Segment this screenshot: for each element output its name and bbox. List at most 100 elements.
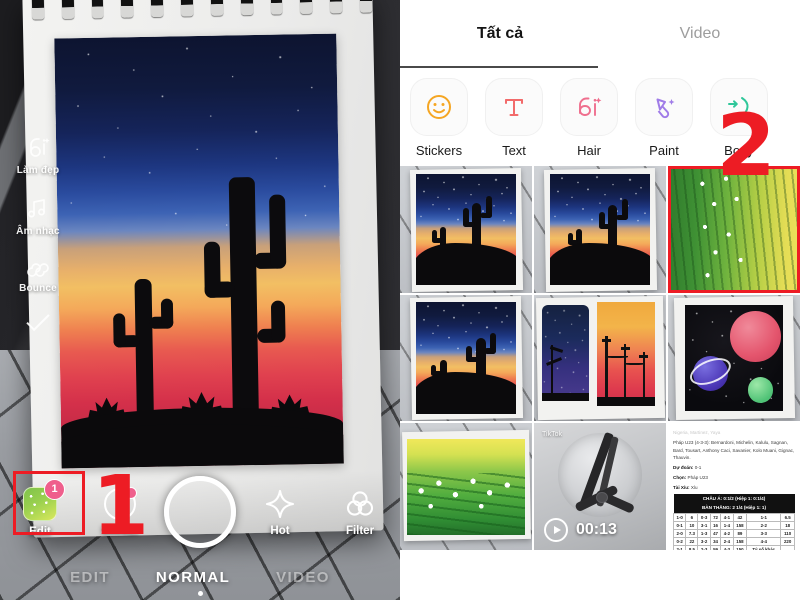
odds-table-cell: 158 <box>732 520 748 530</box>
odds-table-cell: 47 <box>709 528 722 538</box>
tab-all[interactable]: Tất cả <box>400 0 600 68</box>
odds-table-cell: 2-1 <box>672 544 687 550</box>
selected-highlight <box>668 166 800 293</box>
mode-indicator-dot <box>197 591 203 596</box>
odds-table-cell: 0-2 <box>672 536 687 546</box>
rail-item-music[interactable]: Âm nhạc <box>6 196 70 237</box>
screenshot-root: Làm đẹp Âm nhạc Bounce 1 Edit Sticker Ho… <box>0 0 800 600</box>
thumbnail-daisy-meadow[interactable] <box>400 423 532 550</box>
category-tile[interactable] <box>485 78 543 136</box>
video-duration-badge: 00:13 <box>544 518 617 542</box>
category-tile[interactable] <box>410 78 468 136</box>
thumbnail-power-lines[interactable] <box>534 294 666 422</box>
odds-table-header-2: BÀN THẮNG: 2 1/4 (Hiệp 1: 1) <box>673 504 795 514</box>
thumbnail-planets-space[interactable] <box>668 294 800 422</box>
mode-edit[interactable]: EDIT <box>70 569 110 586</box>
sparkle-star-icon <box>265 489 295 518</box>
odds-table-row: 2-1 8.5 2-3 59 4-3 150 Tỷ số khác <box>672 544 795 550</box>
annotation-step-1: 1 <box>92 459 150 554</box>
rail-item-beauty[interactable]: Làm đẹp <box>6 135 70 176</box>
hot-button[interactable]: Hot <box>240 488 320 537</box>
tool-label: Hot <box>270 524 290 537</box>
odds-table-cell: 10 <box>685 520 699 530</box>
cactus-sunset-painting <box>54 33 344 469</box>
media-grid[interactable]: TikTok 00:13 Nigeria, Martinez, Yaya Phá… <box>400 166 800 550</box>
mode-video[interactable]: VIDEO <box>276 569 330 586</box>
odds-table-cell: 1-3 <box>697 528 711 538</box>
camera-left-rail[interactable]: Làm đẹp Âm nhạc Bounce <box>6 135 70 332</box>
tab-active-underline <box>400 66 598 68</box>
odds-table-cell: 2-4 <box>720 536 734 546</box>
odds-table-cell: 4-1 <box>720 512 734 522</box>
smiley-face-icon <box>427 95 451 119</box>
video-duration: 00:13 <box>576 521 617 538</box>
thumbnail-cactus-sunset-1[interactable] <box>400 166 532 293</box>
odds-table: CHÂU Á: 0:1/2 (Hiệp 1: 0:1/4) BÀN THẮNG:… <box>672 494 795 550</box>
doc-lineup: Pháp U23 (4-3-3): Bernardoni, Michelin, … <box>673 440 795 460</box>
category-label: Text <box>502 143 526 158</box>
odds-table-cell: Tỷ số khác <box>746 544 782 550</box>
thumbnail-football-odds[interactable]: Nigeria, Martinez, Yaya Pháp U23 (4-3-3)… <box>668 423 800 550</box>
music-note-icon <box>28 199 45 218</box>
camera-mode-selector[interactable]: EDIT NORMAL VIDEO <box>0 569 400 586</box>
category-label: Stickers <box>415 143 463 158</box>
odds-table-cell: 150 <box>732 544 748 550</box>
tab-video[interactable]: Video <box>600 0 800 68</box>
odds-table-cell: 1-4 <box>720 520 734 530</box>
thumbnail-cactus-sunset-3[interactable] <box>400 294 532 422</box>
odds-table-cell: 89 <box>732 528 748 538</box>
odds-table-cell: 18 <box>780 520 795 530</box>
category-tile[interactable] <box>560 78 618 136</box>
odds-table-cell: 4-2 <box>720 528 734 538</box>
odds-table-row: 0-1 10 3-1 16 1-4 158 2-2 18 <box>672 520 795 530</box>
filter-button[interactable]: Filter <box>320 488 400 537</box>
odds-table-cell: 3-2 <box>697 536 711 546</box>
mode-normal[interactable]: NORMAL <box>156 569 230 586</box>
odds-table-cell: 6.5 <box>780 512 795 522</box>
filter-circles-icon <box>346 490 374 516</box>
odds-table-cell: 3-1 <box>697 520 711 530</box>
odds-table-row: 1-0 6 0-3 72 4-1 42 1-1 6.5 <box>672 512 795 522</box>
doc-pred-label: Dự đoán: <box>673 464 694 470</box>
odds-table-cell <box>780 544 795 550</box>
text-t-icon <box>505 99 523 116</box>
thumbnail-daisy-field[interactable] <box>668 166 800 293</box>
odds-table-cell: 4-4 <box>746 536 782 546</box>
category-stickers[interactable]: Stickers <box>408 78 470 158</box>
thumbnail-scissors-video[interactable]: TikTok 00:13 <box>534 423 666 550</box>
hair-style-icon <box>579 97 602 116</box>
odds-table-row: 0-2 22 3-2 34 2-4 158 4-4 220 <box>672 536 795 546</box>
odds-table-cell: 6 <box>685 512 699 522</box>
odds-table-cell: 1-1 <box>746 512 782 522</box>
shutter-button[interactable] <box>160 476 240 548</box>
odds-table-cell: 1-0 <box>672 512 687 522</box>
category-paint[interactable]: Paint <box>633 78 695 158</box>
gallery-panel[interactable]: Tất cả Video Stickers Text Hair Paint Bo… <box>400 0 800 600</box>
odds-table-cell: 3-3 <box>746 528 782 538</box>
gallery-tabs[interactable]: Tất cả Video <box>400 0 800 68</box>
odds-table-cell: 2-3 <box>697 544 711 550</box>
odds-table-cell: 2-2 <box>746 520 782 530</box>
category-tile[interactable] <box>635 78 693 136</box>
thumbnail-cactus-sunset-2[interactable] <box>534 166 666 293</box>
odds-table-cell: 220 <box>780 536 795 546</box>
beauty-face-icon <box>30 138 50 157</box>
rail-label: Âm nhạc <box>16 226 60 237</box>
doc-faint-line: Nigeria, Martinez, Yaya <box>673 430 721 436</box>
play-icon[interactable] <box>544 518 568 542</box>
camera-viewfinder[interactable]: Làm đẹp Âm nhạc Bounce 1 Edit Sticker Ho… <box>0 0 400 600</box>
odds-table-cell: 4-3 <box>720 544 734 550</box>
category-text[interactable]: Text <box>483 78 545 158</box>
odds-table-body: 1-0 6 0-3 72 4-1 42 1-1 6.5 0-1 10 3-1 16 1-4 158 2-2 1… <box>672 512 795 550</box>
odds-table-cell: 0-3 <box>697 512 711 522</box>
category-hair[interactable]: Hair <box>558 78 620 158</box>
rail-item-bounce[interactable]: Bounce <box>6 257 70 294</box>
odds-table-cell: 42 <box>732 512 748 522</box>
odds-table-cell: 59 <box>709 544 722 550</box>
doc-pick-value: Pháp U23 <box>687 474 708 480</box>
odds-table-cell: 34 <box>709 536 722 546</box>
annotation-box-edit <box>13 471 85 535</box>
odds-table-header-1: CHÂU Á: 0:1/2 (Hiệp 1: 0:1/4) <box>673 494 795 505</box>
infinity-icon <box>27 263 49 277</box>
odds-table-cell: 8.5 <box>685 544 699 550</box>
